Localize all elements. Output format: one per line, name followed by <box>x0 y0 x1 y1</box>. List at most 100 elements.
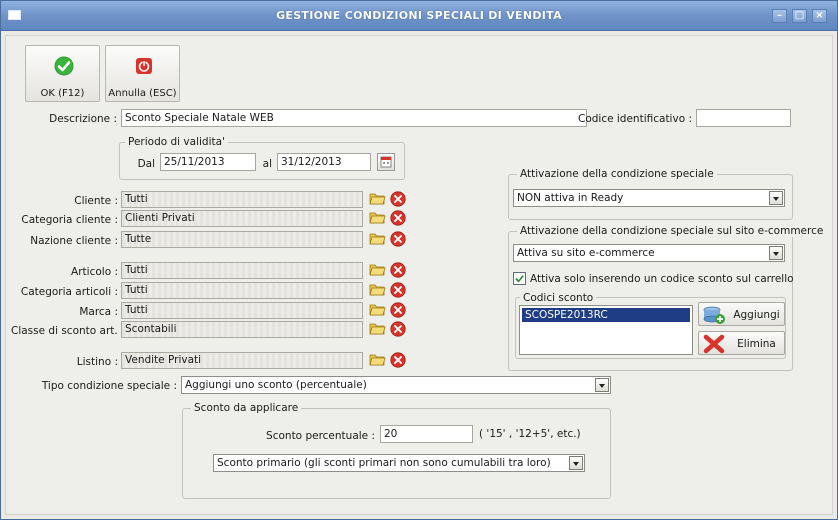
tipo-label: Tipo condizione speciale : <box>41 380 177 392</box>
clear-icon <box>390 302 406 318</box>
al-label: al <box>262 158 272 170</box>
dal-date-input[interactable]: 25/11/2013 <box>160 153 256 171</box>
sconto-tipo-select[interactable]: Sconto primario (gli sconti primari non … <box>213 454 585 472</box>
folder-icon <box>369 304 386 316</box>
attivazione-legend: Attivazione della condizione speciale <box>517 168 717 180</box>
marca-browse-button[interactable] <box>369 302 386 317</box>
ecommerce-select[interactable]: Attiva su sito e-commerce <box>513 244 785 262</box>
sconto-percentuale-label: Sconto percentuale : <box>266 430 375 442</box>
codici-list[interactable]: SCOSPE2013RC <box>519 305 693 355</box>
articolo-label: Articolo : <box>71 266 118 278</box>
nazione-browse-button[interactable] <box>369 231 386 246</box>
classe-browse-button[interactable] <box>369 321 386 336</box>
codice-input[interactable] <box>696 109 791 127</box>
classe-clear-button[interactable] <box>390 321 406 337</box>
clear-icon <box>390 352 406 368</box>
listino-label: Listino : <box>76 356 118 368</box>
cliente-field: Tutti <box>121 191 363 208</box>
delete-x-icon <box>703 334 725 354</box>
close-window-button[interactable]: × <box>812 9 827 23</box>
ecommerce-legend: Attivazione della condizione speciale su… <box>517 225 827 237</box>
check-mark-icon <box>515 275 524 283</box>
title-bar[interactable]: GESTIONE CONDIZIONI SPECIALI DI VENDITA … <box>1 1 837 31</box>
clear-icon <box>390 191 406 207</box>
ok-button[interactable]: OK (F12) <box>25 45 100 102</box>
al-date-input[interactable]: 31/12/2013 <box>277 153 371 171</box>
chevron-down-icon[interactable] <box>595 378 609 392</box>
power-icon <box>136 58 152 74</box>
clear-icon <box>390 282 406 298</box>
listino-browse-button[interactable] <box>369 352 386 367</box>
calendar-button[interactable] <box>377 153 395 171</box>
aggiungi-button-label: Aggiungi <box>733 309 780 321</box>
folder-icon <box>369 193 386 205</box>
folder-icon <box>369 264 386 276</box>
sconto-percentuale-input[interactable]: 20 <box>380 425 473 443</box>
cliente-clear-button[interactable] <box>390 191 406 207</box>
codice-sconto-checkbox[interactable] <box>513 272 526 285</box>
tipo-select[interactable]: Aggiungi uno sconto (percentuale) <box>181 376 611 394</box>
chevron-down-icon[interactable] <box>569 456 583 470</box>
clear-icon <box>390 262 406 278</box>
codici-legend: Codici sconto <box>520 292 597 304</box>
clear-icon <box>390 321 406 337</box>
clear-icon <box>390 210 406 226</box>
folder-icon <box>369 233 386 245</box>
cliente-label: Cliente : <box>74 195 118 207</box>
codici-list-item[interactable]: SCOSPE2013RC <box>522 308 690 322</box>
categoria-cliente-field: Clienti Privati <box>121 210 363 227</box>
categoria-cliente-browse-button[interactable] <box>369 210 386 225</box>
clear-icon <box>390 231 406 247</box>
attivazione-select[interactable]: NON attiva in Ready <box>513 189 785 207</box>
periodo-legend: Periodo di validita' <box>125 136 228 148</box>
codice-label: Codice identificativo : <box>577 113 692 125</box>
minimize-button[interactable]: – <box>772 9 787 23</box>
elimina-button[interactable]: Elimina <box>698 331 785 355</box>
dal-label: Dal <box>137 158 155 170</box>
ecommerce-select-value: Attiva su sito e-commerce <box>517 247 655 259</box>
sconto-legend: Sconto da applicare <box>191 402 302 414</box>
categoria-articoli-field: Tutti <box>121 282 363 299</box>
folder-icon <box>369 323 386 335</box>
categoria-articoli-browse-button[interactable] <box>369 282 386 297</box>
descrizione-label: Descrizione : <box>49 113 117 125</box>
marca-field: Tutti <box>121 302 363 319</box>
nazione-field: Tutte <box>121 231 363 248</box>
classe-label: Classe di sconto art. : <box>11 325 125 337</box>
categoria-cliente-clear-button[interactable] <box>390 210 406 226</box>
nazione-label: Nazione cliente : <box>30 235 118 247</box>
chevron-down-icon[interactable] <box>769 246 783 260</box>
categoria-cliente-label: Categoria cliente : <box>21 214 118 226</box>
folder-icon <box>369 212 386 224</box>
aggiungi-button[interactable]: Aggiungi <box>698 302 785 326</box>
codice-sconto-checkbox-label: Attiva solo inserendo un codice sconto s… <box>530 273 794 285</box>
dialog-window: GESTIONE CONDIZIONI SPECIALI DI VENDITA … <box>0 0 838 520</box>
ok-button-label: OK (F12) <box>40 88 85 99</box>
classe-field: Scontabili <box>121 321 363 338</box>
listino-clear-button[interactable] <box>390 352 406 368</box>
sconto-tipo-select-value: Sconto primario (gli sconti primari non … <box>217 457 551 469</box>
tipo-select-value: Aggiungi uno sconto (percentuale) <box>185 379 367 391</box>
articolo-clear-button[interactable] <box>390 262 406 278</box>
folder-icon <box>369 354 386 366</box>
categoria-articoli-clear-button[interactable] <box>390 282 406 298</box>
check-icon <box>54 56 74 76</box>
descrizione-input[interactable]: Sconto Speciale Natale WEB <box>121 109 587 127</box>
categoria-articoli-label: Categoria articoli : <box>20 286 118 298</box>
articolo-field: Tutti <box>121 262 363 279</box>
cancel-button[interactable]: Annulla (ESC) <box>105 45 180 102</box>
elimina-button-label: Elimina <box>737 338 776 350</box>
chevron-down-icon[interactable] <box>769 191 783 205</box>
nazione-clear-button[interactable] <box>390 231 406 247</box>
maximize-button[interactable]: □ <box>792 9 807 23</box>
attivazione-select-value: NON attiva in Ready <box>517 192 624 204</box>
marca-label: Marca : <box>79 306 118 318</box>
calendar-icon <box>380 156 392 168</box>
add-database-icon <box>703 306 725 324</box>
folder-icon <box>369 284 386 296</box>
cancel-button-label: Annulla (ESC) <box>108 88 177 99</box>
window-title: GESTIONE CONDIZIONI SPECIALI DI VENDITA <box>276 9 562 22</box>
articolo-browse-button[interactable] <box>369 262 386 277</box>
cliente-browse-button[interactable] <box>369 191 386 206</box>
marca-clear-button[interactable] <box>390 302 406 318</box>
